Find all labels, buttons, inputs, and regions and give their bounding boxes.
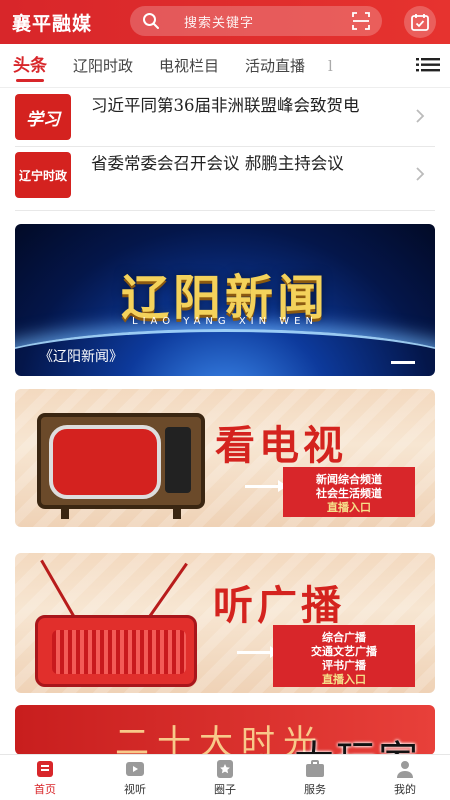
chevron-right-icon xyxy=(416,167,425,181)
user-icon xyxy=(397,760,413,778)
banner-watch-tv[interactable]: 看电视 新闻综合频道 社会生活频道 直播入口 xyxy=(15,389,435,527)
video-icon xyxy=(126,761,144,776)
tab-liaoyang-politics[interactable]: 辽阳时政 xyxy=(60,44,146,87)
radio-grill xyxy=(52,630,186,674)
nav-services[interactable]: 服务 xyxy=(270,755,360,800)
calendar-button[interactable] xyxy=(404,6,436,38)
arrow-right-icon xyxy=(237,646,279,658)
banner-title: 看电视 xyxy=(215,422,347,469)
banner-title: 听广播 xyxy=(213,582,345,629)
scan-icon[interactable] xyxy=(352,12,370,30)
bottom-nav: 首页 视听 圈子 服务 我的 xyxy=(0,754,450,800)
nav-me[interactable]: 我的 xyxy=(360,755,450,800)
tabs-menu-button[interactable] xyxy=(406,44,450,87)
tv-screen xyxy=(49,425,161,499)
divider xyxy=(15,210,435,211)
category-tabs: 头条 辽阳时政 电视栏目 活动直播 l xyxy=(0,44,450,88)
nav-circle[interactable]: 圈子 xyxy=(180,755,270,800)
tab-headlines[interactable]: 头条 xyxy=(0,44,60,87)
nav-home[interactable]: 首页 xyxy=(0,755,90,800)
live-entry-label: 直播入口 xyxy=(322,673,366,686)
tv-knobs xyxy=(165,427,191,493)
watch-tv-entry[interactable]: 新闻综合频道 社会生活频道 直播入口 xyxy=(283,467,415,517)
listen-radio-entry[interactable]: 综合广播 交通文艺广播 评书广播 直播入口 xyxy=(273,625,415,687)
radio-icon xyxy=(35,615,197,687)
banner-liaoyang-news[interactable]: 辽阳新闻 LIAO YANG XIN WEN 《辽阳新闻》 xyxy=(15,224,435,376)
nav-label: 服务 xyxy=(304,782,326,796)
channel-name: 新闻综合频道 xyxy=(316,473,382,486)
tv-icon xyxy=(37,413,205,519)
list-menu-icon xyxy=(416,58,440,72)
nav-label: 我的 xyxy=(394,782,416,796)
search-placeholder: 搜索关键字 xyxy=(184,15,255,31)
nav-label: 圈子 xyxy=(214,782,236,796)
channel-name: 社会生活频道 xyxy=(316,487,382,500)
news-thumbnail: 辽宁时政 xyxy=(15,152,71,198)
tv-leg xyxy=(61,505,69,519)
app-title: 襄平融媒 xyxy=(12,12,93,35)
news-thumbnail: 学习 xyxy=(15,94,71,140)
channel-name: 评书广播 xyxy=(322,659,366,672)
list-item[interactable]: 学习 习近平同第36届非洲联盟峰会致贺电 xyxy=(15,94,435,150)
calendar-check-icon xyxy=(411,14,429,31)
tv-leg xyxy=(173,505,181,519)
news-title[interactable]: 习近平同第36届非洲联盟峰会致贺电 xyxy=(91,94,401,118)
channel-name: 综合广播 xyxy=(322,631,366,644)
news-title[interactable]: 省委常委会召开会议 郝鹏主持会议 xyxy=(91,152,401,176)
star-badge-icon xyxy=(217,759,233,778)
channel-name: 交通文艺广播 xyxy=(311,645,377,658)
nav-label: 视听 xyxy=(124,782,146,796)
search-icon xyxy=(143,13,159,29)
home-icon xyxy=(37,760,53,777)
tab-live-events[interactable]: 活动直播 xyxy=(232,44,318,87)
banner-caption: 《辽阳新闻》 xyxy=(39,349,123,365)
app-root: 襄平融媒 搜索关键字 头条 辽阳时政 电视栏目 活动直播 l 学习 习近平同第3… xyxy=(0,0,450,800)
banner-listen-radio[interactable]: 听广播 综合广播 交通文艺广播 评书广播 直播入口 xyxy=(15,553,435,693)
briefcase-icon xyxy=(306,759,324,777)
divider xyxy=(15,146,435,147)
search-bar[interactable]: 搜索关键字 xyxy=(130,6,382,36)
nav-label: 首页 xyxy=(34,782,56,796)
banner-pinyin: LIAO YANG XIN WEN xyxy=(132,316,318,327)
carousel-indicator xyxy=(391,361,415,364)
list-item[interactable]: 辽宁时政 省委常委会召开会议 郝鹏主持会议 xyxy=(15,152,435,208)
live-entry-label: 直播入口 xyxy=(327,501,371,514)
tab-partial[interactable]: l xyxy=(318,44,346,87)
nav-av[interactable]: 视听 xyxy=(90,755,180,800)
chevron-right-icon xyxy=(416,109,425,123)
tab-tv-programs[interactable]: 电视栏目 xyxy=(146,44,232,87)
arrow-right-icon xyxy=(245,480,287,492)
top-header: 襄平融媒 搜索关键字 xyxy=(0,0,450,44)
